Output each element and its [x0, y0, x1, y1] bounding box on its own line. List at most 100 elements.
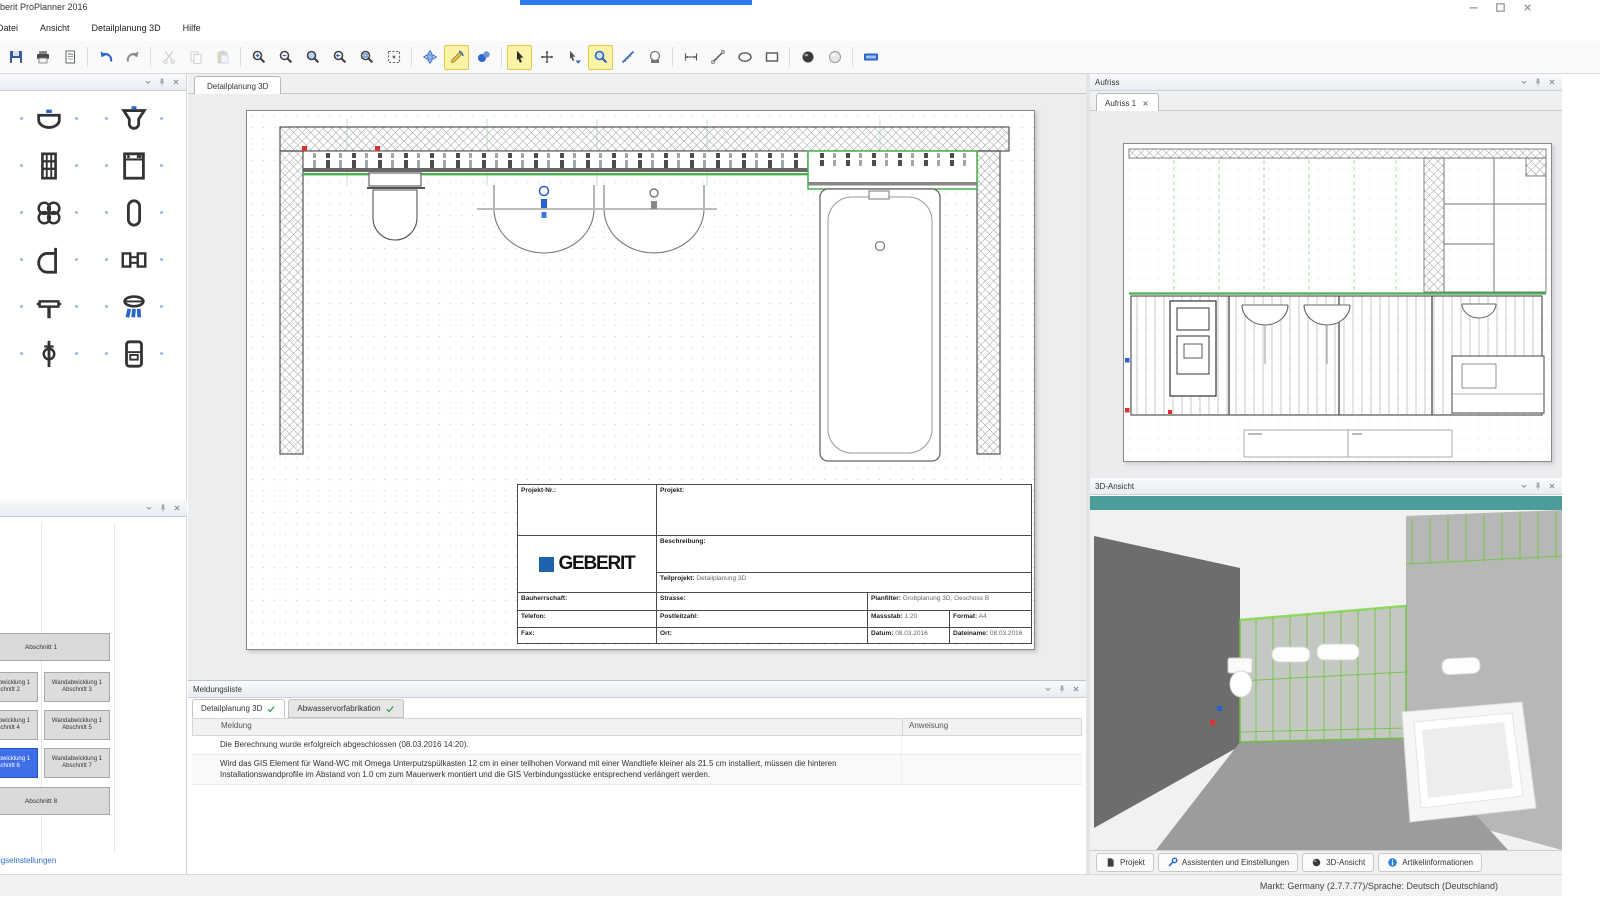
- elevation-drawing[interactable]: [1124, 144, 1551, 461]
- fixture-washbasin[interactable]: [26, 104, 72, 134]
- message-tab-abwasservorfabrikation[interactable]: Abwasservorfabrikation: [288, 699, 403, 718]
- pin-icon[interactable]: [158, 503, 168, 513]
- pipe-union-icon: [119, 245, 149, 275]
- dock-tab-3d-ansicht[interactable]: 3D-Ansicht: [1302, 853, 1374, 872]
- fixture-washing-machine[interactable]: [111, 151, 157, 181]
- tab-aufriss-1[interactable]: Aufriss 1: [1096, 93, 1159, 112]
- menu-item-ansicht[interactable]: Ansicht: [29, 19, 81, 37]
- fixture-flush-plate[interactable]: [111, 339, 157, 369]
- fixture-radiator[interactable]: [26, 151, 72, 181]
- select-icon: [512, 49, 528, 65]
- calculation-settings-link[interactable]: Berechnungseinstellungen: [0, 856, 56, 865]
- dock-tab-assistenten-und-einstellungen[interactable]: Assistenten und Einstellungen: [1158, 853, 1298, 872]
- zoom-out-button[interactable]: [273, 45, 298, 70]
- draw-rectangle-button[interactable]: [759, 45, 784, 70]
- section-block-abschnitt-5[interactable]: Wandabwicklung 1Abschnitt 5: [44, 710, 110, 740]
- close-icon[interactable]: [172, 503, 182, 513]
- move-button[interactable]: [534, 45, 559, 70]
- close-icon[interactable]: [1547, 77, 1557, 87]
- close-icon[interactable]: [171, 77, 181, 87]
- print-button[interactable]: [30, 45, 55, 70]
- tab-detailplanung-3d[interactable]: Detailplanung 3D: [194, 76, 281, 95]
- view-options-icon: [863, 49, 879, 65]
- redo-button[interactable]: [120, 45, 145, 70]
- menu-item-datei[interactable]: Datei: [0, 19, 29, 37]
- draw-line-button[interactable]: [705, 45, 730, 70]
- zoom-fit-button[interactable]: [381, 45, 406, 70]
- view3d-scene[interactable]: [1090, 510, 1562, 850]
- view-options-button[interactable]: [858, 45, 883, 70]
- dimension-button[interactable]: [678, 45, 703, 70]
- zoom-previous-button[interactable]: [327, 45, 352, 70]
- dock-tab-artikelinformationen[interactable]: Artikelinformationen: [1378, 853, 1482, 872]
- section-block-abschnitt-3[interactable]: Wandabwicklung 1Abschnitt 3: [44, 672, 110, 702]
- measure-button[interactable]: [615, 45, 640, 70]
- maximize-button[interactable]: [1494, 1, 1507, 14]
- chevron-down-icon[interactable]: [1519, 481, 1529, 491]
- section-block-abschnitt-4[interactable]: Wandabwicklung 1Abschnitt 4: [0, 710, 38, 740]
- select-button[interactable]: [507, 45, 532, 70]
- pan-button[interactable]: [417, 45, 442, 70]
- section-block-top[interactable]: Abschnitt 1: [0, 633, 110, 661]
- title-block: Projekt-Nr.: Projekt: GEBERIT Beschreibu…: [517, 484, 1032, 644]
- close-icon[interactable]: [1071, 684, 1081, 694]
- chevron-down-icon[interactable]: [143, 77, 153, 87]
- message-row[interactable]: Die Berechnung wurde erfolgreich abgesch…: [192, 736, 1082, 755]
- chevron-down-icon[interactable]: [144, 503, 154, 513]
- section-block-abschnitt-2[interactable]: Wandabwicklung 1Abschnitt 2: [0, 672, 38, 702]
- elevation-sheet[interactable]: [1123, 143, 1552, 462]
- save-button[interactable]: [3, 45, 28, 70]
- paste-button[interactable]: [210, 45, 235, 70]
- column-meldung[interactable]: Meldung: [193, 719, 903, 735]
- dock-tab-projekt[interactable]: Projekt: [1096, 853, 1154, 872]
- plan-sheet[interactable]: Projekt-Nr.: Projekt: GEBERIT Beschreibu…: [246, 110, 1035, 650]
- cut-button[interactable]: [156, 45, 181, 70]
- drawing-canvas[interactable]: Projekt-Nr.: Projekt: GEBERIT Beschreibu…: [188, 94, 1086, 680]
- close-icon[interactable]: [1141, 99, 1150, 108]
- titlebar[interactable]: Geberit ProPlanner 2016: [0, 0, 1562, 15]
- menu-item-hilfe[interactable]: Hilfe: [172, 19, 212, 37]
- pin-icon[interactable]: [1533, 77, 1543, 87]
- menu-item-detailplanung-3d[interactable]: Detailplanung 3D: [81, 19, 172, 37]
- fixture-urinal[interactable]: [26, 245, 72, 275]
- fixture-valve[interactable]: [26, 339, 72, 369]
- zoom-in-button[interactable]: [246, 45, 271, 70]
- render-wireframe-icon: [827, 49, 843, 65]
- view3d-viewport[interactable]: [1090, 510, 1562, 850]
- view3d-toolbar[interactable]: [1090, 496, 1562, 510]
- report-button[interactable]: [57, 45, 82, 70]
- aufriss-viewport[interactable]: [1090, 111, 1562, 478]
- constraint-button[interactable]: [642, 45, 667, 70]
- message-row[interactable]: Wird das GIS Element für Wand-WC mit Ome…: [192, 755, 1082, 785]
- copy-button[interactable]: [183, 45, 208, 70]
- message-tab-detailplanung-3d[interactable]: Detailplanung 3D: [192, 699, 285, 718]
- close-button[interactable]: [1521, 1, 1534, 14]
- zoom-all-button[interactable]: [354, 45, 379, 70]
- section-block-bottom[interactable]: Abschnitt 8: [0, 787, 110, 815]
- draw-ellipse-button[interactable]: [732, 45, 757, 70]
- zoom-region-button[interactable]: [588, 45, 613, 70]
- zoom-selection-button[interactable]: [300, 45, 325, 70]
- minimize-button[interactable]: [1467, 1, 1480, 14]
- fixture-pipe-union[interactable]: [111, 245, 157, 275]
- pin-icon[interactable]: [1533, 481, 1543, 491]
- pin-icon[interactable]: [157, 77, 167, 87]
- chevron-down-icon[interactable]: [1043, 684, 1053, 694]
- pin-icon[interactable]: [1057, 684, 1067, 694]
- fixture-floor-drain[interactable]: [26, 198, 72, 228]
- undo-button[interactable]: [93, 45, 118, 70]
- orbit-button[interactable]: [471, 45, 496, 70]
- render-shaded-button[interactable]: [795, 45, 820, 70]
- section-block-abschnitt-6[interactable]: Wandabwicklung 1Abschnitt 6: [0, 748, 38, 778]
- selection-mode-button[interactable]: [561, 45, 586, 70]
- fixture-wc[interactable]: [111, 104, 157, 134]
- column-anweisung[interactable]: Anweisung: [903, 719, 1081, 735]
- fixture-water-connection[interactable]: [26, 292, 72, 322]
- section-block-abschnitt-7[interactable]: Wandabwicklung 1Abschnitt 7: [44, 748, 110, 778]
- rotate-view-button[interactable]: [444, 45, 469, 70]
- chevron-down-icon[interactable]: [1519, 77, 1529, 87]
- fixture-shower[interactable]: [111, 292, 157, 322]
- render-wireframe-button[interactable]: [822, 45, 847, 70]
- fixture-boiler[interactable]: [111, 198, 157, 228]
- close-icon[interactable]: [1547, 481, 1557, 491]
